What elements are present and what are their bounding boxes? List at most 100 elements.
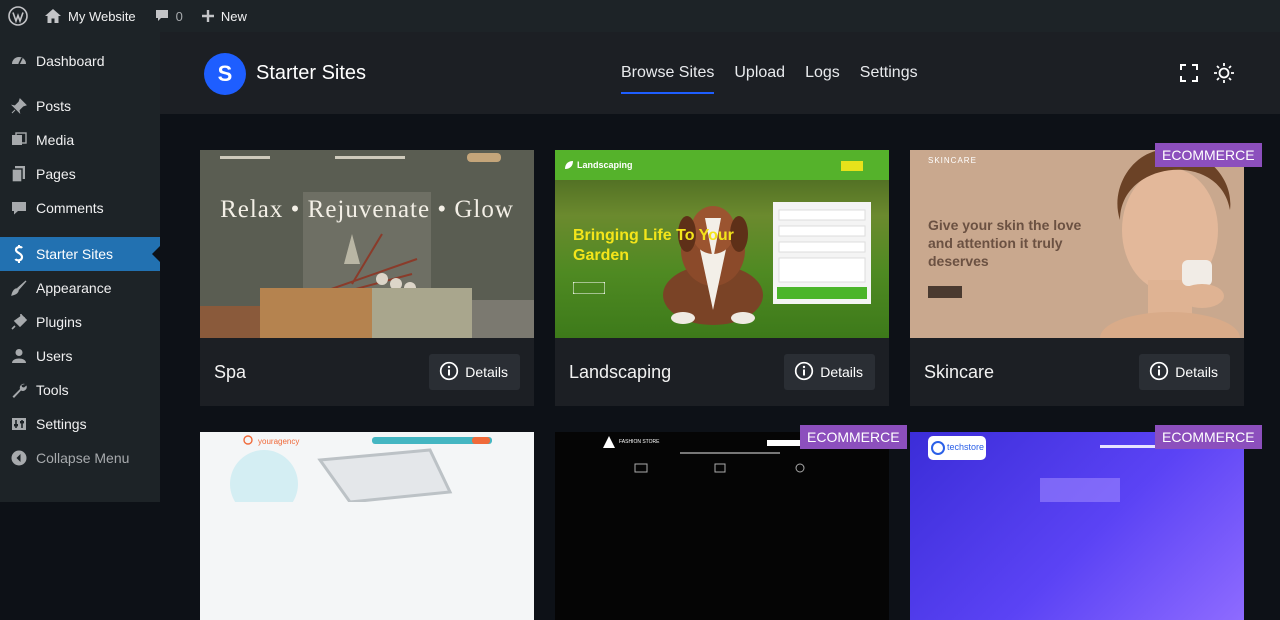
sites-grid: Relax • Rejuvenate • Glow Spa Details La… <box>160 114 1280 620</box>
sun-icon[interactable] <box>1213 62 1235 84</box>
site-thumbnail-skincare[interactable]: SKINCARE Give your skin the love and att… <box>910 150 1244 338</box>
new-content-menu[interactable]: New <box>192 0 256 32</box>
ecommerce-badge: ECOMMERCE <box>1155 425 1262 449</box>
info-icon <box>439 361 459 384</box>
details-button[interactable]: Details <box>1139 354 1230 390</box>
wp-logo-menu[interactable] <box>0 0 35 32</box>
sidebar-item-label: Comments <box>36 200 104 216</box>
new-label: New <box>220 8 247 24</box>
home-icon <box>44 8 62 24</box>
details-label: Details <box>820 364 863 380</box>
pin-icon <box>9 96 29 116</box>
info-icon <box>794 361 814 384</box>
comment-icon <box>9 198 29 218</box>
sidebar-item-media[interactable]: Media <box>0 123 160 157</box>
plus-icon <box>201 9 215 23</box>
card-title: Skincare <box>924 361 995 382</box>
thumb-tile <box>260 288 372 338</box>
admin-bar: My Website 0 New <box>0 0 1280 32</box>
site-card-agency[interactable]: youragency <box>200 432 534 620</box>
sidebar-item-pages[interactable]: Pages <box>0 157 160 191</box>
tab-browse-sites[interactable]: Browse Sites <box>621 64 715 94</box>
card-footer: Skincare Details <box>910 338 1244 406</box>
collapse-menu-label: Collapse Menu <box>36 450 130 466</box>
sidebar-item-label: Users <box>36 348 73 364</box>
sidebar-item-starter-sites[interactable]: Starter Sites <box>0 237 160 271</box>
site-card-skincare[interactable]: SKINCARE Give your skin the love and att… <box>910 150 1244 406</box>
ecommerce-badge: ECOMMERCE <box>800 425 907 449</box>
site-card-techstore[interactable]: techstore <box>910 432 1244 620</box>
sidebar-item-label: Posts <box>36 98 72 114</box>
site-card-landscaping[interactable]: Landscaping Bringing Life To Your Garden… <box>555 150 889 406</box>
site-thumbnail-landscaping[interactable]: Landscaping Bringing Life To Your Garden <box>555 150 889 338</box>
ecommerce-badge: ECOMMERCE <box>1155 143 1262 167</box>
site-thumbnail-spa[interactable]: Relax • Rejuvenate • Glow <box>200 150 534 338</box>
comments-count: 0 <box>175 8 183 24</box>
sidebar-item-label: Settings <box>36 416 87 432</box>
site-name-menu[interactable]: My Website <box>35 0 145 32</box>
details-button[interactable]: Details <box>429 354 520 390</box>
card-title: Landscaping <box>569 361 672 382</box>
site-name: My Website <box>68 8 136 24</box>
sidebar-item-label: Dashboard <box>36 53 105 69</box>
details-label: Details <box>1175 364 1218 380</box>
tab-logs[interactable]: Logs <box>805 64 840 94</box>
sidebar-item-label: Plugins <box>36 314 82 330</box>
sidebar-item-label: Pages <box>36 166 76 182</box>
card-footer: Landscaping Details <box>555 338 889 406</box>
plug-icon <box>9 312 29 332</box>
sidebar-item-settings[interactable]: Settings <box>0 407 160 441</box>
spa-heading: Relax • Rejuvenate • Glow <box>220 196 514 223</box>
brush-icon <box>9 278 29 298</box>
thumb-button <box>841 161 863 171</box>
thumb-nav <box>200 150 534 166</box>
model-portrait-image <box>1070 150 1244 338</box>
thumb-tile <box>372 288 472 338</box>
fullscreen-icon[interactable] <box>1178 62 1200 84</box>
wordpress-icon <box>8 6 28 26</box>
thumb-tile <box>472 300 534 338</box>
tab-settings[interactable]: Settings <box>860 64 918 94</box>
info-icon <box>1149 361 1169 384</box>
dashboard-icon <box>9 51 29 71</box>
starter-sites-logo: S <box>204 53 246 95</box>
comment-icon <box>154 8 170 24</box>
header-tabs: Browse Sites Upload Logs Settings <box>621 64 918 94</box>
card-title: Spa <box>214 361 247 382</box>
wrench-icon <box>9 380 29 400</box>
site-thumbnail-fashion-store[interactable]: FASHION STORE <box>555 432 889 620</box>
collapse-icon <box>9 448 29 468</box>
sidebar-item-label: Starter Sites <box>36 246 114 262</box>
starter-sites-icon <box>9 244 29 264</box>
starter-sites-header: S Starter Sites Browse Sites Upload Logs… <box>160 32 1280 114</box>
comments-menu[interactable]: 0 <box>145 0 192 32</box>
sidebar-item-comments[interactable]: Comments <box>0 191 160 225</box>
media-icon <box>9 130 29 150</box>
settings-icon <box>9 414 29 434</box>
leaf-icon <box>565 161 573 169</box>
skincare-logo: SKINCARE <box>928 156 977 165</box>
site-card-fashion-store[interactable]: FASHION STORE <box>555 432 889 620</box>
logo-letter: S <box>217 61 233 86</box>
site-thumbnail-techstore[interactable]: techstore <box>910 432 1244 620</box>
tab-upload[interactable]: Upload <box>734 64 785 94</box>
sidebar-item-posts[interactable]: Posts <box>0 89 160 123</box>
sidebar-item-label: Appearance <box>36 280 112 296</box>
sidebar-item-plugins[interactable]: Plugins <box>0 305 160 339</box>
page-title: Starter Sites <box>256 62 367 84</box>
skincare-heading: Give your skin the love and attention it… <box>928 217 1082 269</box>
sidebar-item-appearance[interactable]: Appearance <box>0 271 160 305</box>
site-thumbnail-agency[interactable]: youragency <box>200 432 534 620</box>
sidebar-item-label: Media <box>36 132 75 148</box>
admin-sidebar: Dashboard Posts Media Pages Comments Sta… <box>0 32 160 502</box>
sidebar-item-dashboard[interactable]: Dashboard <box>0 44 160 78</box>
collapse-menu-button[interactable]: Collapse Menu <box>0 441 160 475</box>
landscaping-heading: Bringing Life To Your Garden <box>573 227 734 264</box>
sidebar-item-users[interactable]: Users <box>0 339 160 373</box>
sidebar-item-tools[interactable]: Tools <box>0 373 160 407</box>
users-icon <box>9 346 29 366</box>
thumb-button <box>573 282 605 294</box>
details-button[interactable]: Details <box>784 354 875 390</box>
site-card-spa[interactable]: Relax • Rejuvenate • Glow Spa Details <box>200 150 534 406</box>
